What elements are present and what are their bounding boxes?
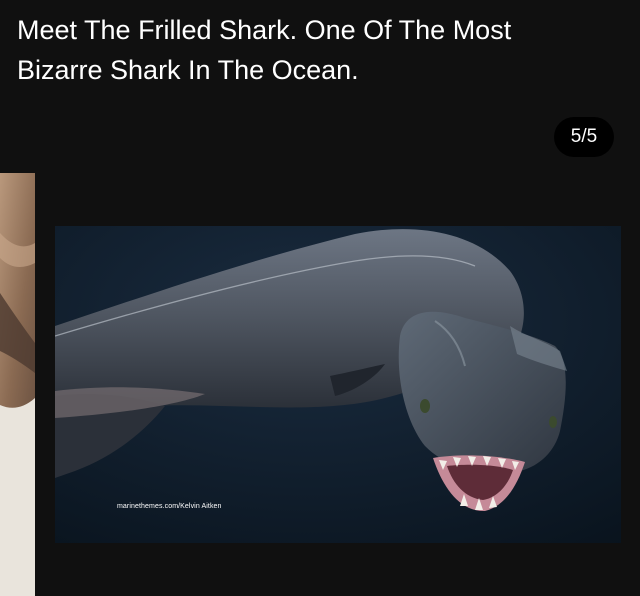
slide-counter-badge: 5/5 (554, 117, 614, 157)
photo-credit: marinethemes.com/Kelvin Aitken (117, 503, 222, 510)
post-title: Meet The Frilled Shark. One Of The Most … (17, 15, 512, 85)
frilled-shark-photo[interactable]: marinethemes.com/Kelvin Aitken (55, 226, 621, 543)
previous-slide-image (0, 173, 35, 596)
previous-slide-peek[interactable] (0, 173, 35, 596)
frilled-shark-illustration (55, 226, 621, 543)
